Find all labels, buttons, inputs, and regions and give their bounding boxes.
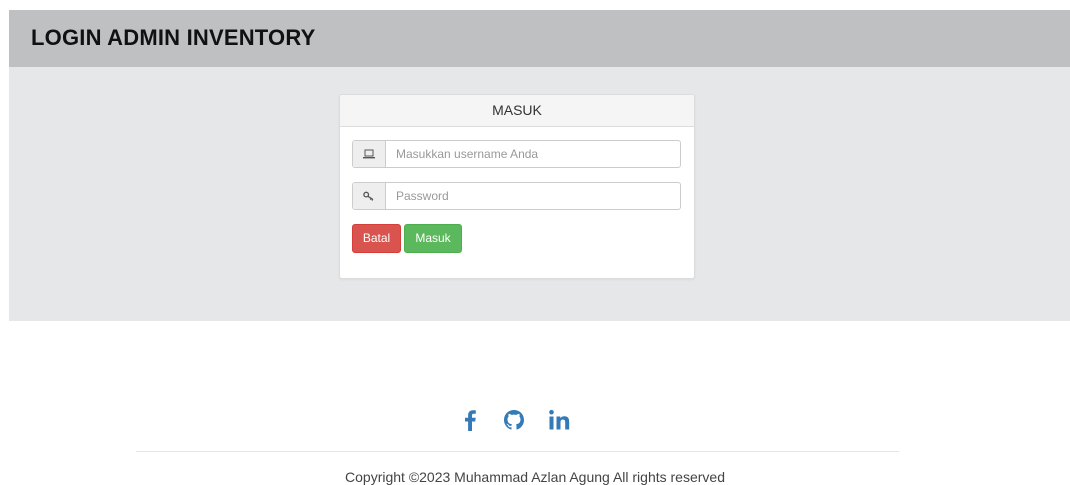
cancel-button[interactable]: Batal [352,224,401,253]
key-icon [353,183,386,209]
page-title: LOGIN ADMIN INVENTORY [31,25,316,50]
password-input[interactable] [386,183,676,209]
login-panel: MASUK Batal Masuk [339,94,695,279]
password-input-group [352,182,681,210]
laptop-icon [353,141,386,167]
top-header: LOGIN ADMIN INVENTORY [9,10,1070,67]
submit-button[interactable]: Masuk [404,224,462,253]
footer-divider [136,451,899,452]
panel-heading: MASUK [340,95,694,127]
username-input[interactable] [386,141,676,167]
username-input-group [352,140,681,168]
linkedin-icon[interactable] [546,405,574,435]
facebook-icon[interactable] [461,405,479,435]
github-icon[interactable] [502,405,526,435]
